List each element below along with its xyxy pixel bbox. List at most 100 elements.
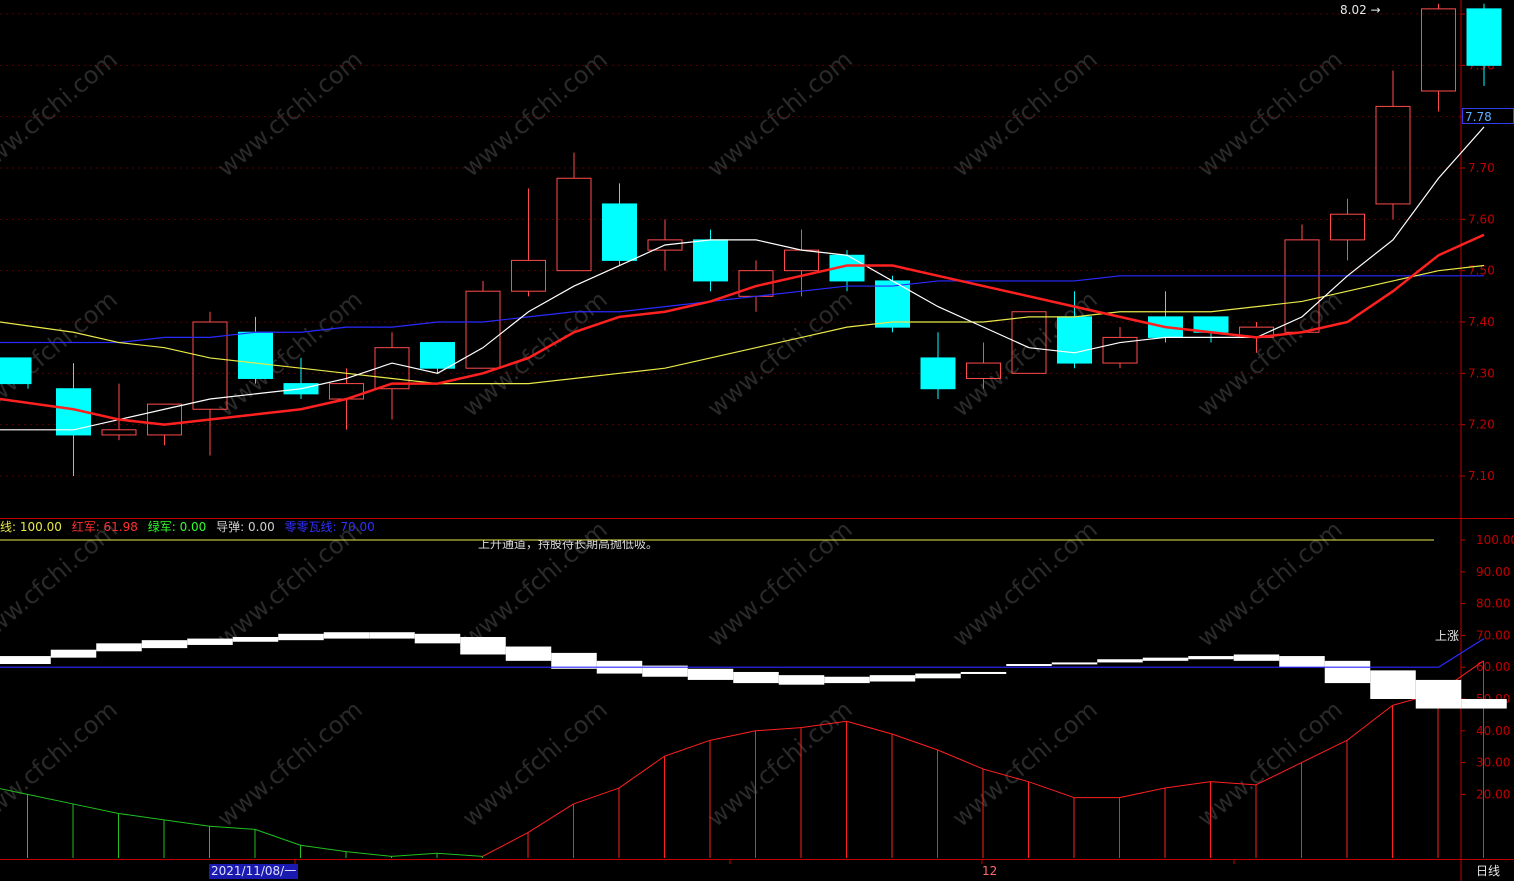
watermark-text: www.cfchi.com (702, 695, 858, 832)
white-band-segment (824, 676, 870, 684)
candle-body[interactable] (1375, 105, 1411, 205)
white-band-segment (1461, 699, 1507, 709)
candle-body[interactable] (693, 239, 728, 282)
up-label: 上涨 (1435, 629, 1460, 643)
white-band-segment (141, 640, 188, 649)
white-band-segment (1142, 657, 1189, 661)
white-band-segment (869, 675, 916, 682)
white-band-segment (551, 652, 597, 669)
indicator-bar-segment (937, 749, 984, 770)
candle-body[interactable] (329, 383, 364, 400)
watermark-text: www.cfchi.com (702, 515, 858, 652)
watermark-text: www.cfchi.com (947, 45, 1103, 182)
candle-body[interactable] (420, 342, 455, 369)
indicator-tick-label: 100.00 (1476, 533, 1514, 547)
watermark-text: www.cfchi.com (212, 45, 368, 182)
legend-line: 线: 100.00 (0, 520, 62, 534)
indicator-bar-segment (618, 755, 665, 789)
white-band-segment (50, 649, 97, 658)
indicator-tick-label: 30.00 (1476, 756, 1510, 770)
white-band-segment (915, 673, 961, 679)
indicator-bar-segment (573, 787, 620, 805)
indicator-bar-segment (436, 852, 483, 857)
white-band-segment (232, 636, 279, 642)
white-band-segment (1051, 662, 1098, 665)
white-band-segment (414, 633, 461, 644)
period-selector[interactable]: 日线 (1476, 864, 1500, 879)
indicator-bar-segment (163, 819, 210, 827)
indicator-bar-segment (1119, 787, 1166, 799)
white-band-segment (369, 632, 415, 639)
indicator-bar-segment (72, 803, 119, 814)
white-band-segment (1006, 664, 1052, 667)
watermark-text: www.cfchi.com (702, 285, 858, 422)
watermark-text: www.cfchi.com (457, 515, 613, 652)
white-band-segment (1370, 670, 1416, 699)
candle-body[interactable] (1466, 8, 1502, 66)
watermark-text: www.cfchi.com (0, 695, 123, 832)
price-tick-label: 7.40 (1468, 315, 1495, 329)
candle-body[interactable] (0, 357, 32, 385)
candle-body[interactable] (101, 429, 137, 436)
arrow-icon: → (1366, 3, 1381, 17)
candle-body[interactable] (556, 177, 592, 272)
indicator-bar-segment (1346, 704, 1393, 741)
white-band-segment (187, 638, 233, 645)
white-band-segment (1097, 659, 1143, 663)
legend-zero-line: 零零瓦线: 70.00 (284, 520, 375, 534)
indicator-tick-label: 40.00 (1476, 724, 1510, 738)
date-cursor-box: 2021/11/08/一 (209, 864, 299, 879)
indicator-bar-segment (300, 844, 347, 853)
white-band-segment (96, 643, 142, 652)
watermark-text: www.cfchi.com (0, 45, 123, 182)
white-band-segment (505, 646, 552, 661)
candle-body[interactable] (784, 249, 819, 272)
indicator-legend: 线: 100.00 红军: 61.98 绿军: 0.00 导弹: 0.00 零零… (0, 519, 381, 535)
indicator-tick-label: 80.00 (1476, 597, 1510, 611)
watermark-text: www.cfchi.com (212, 285, 368, 422)
white-band-segment (960, 671, 1007, 674)
watermark-text: www.cfchi.com (212, 695, 368, 832)
candle-body[interactable] (1330, 213, 1365, 241)
white-band-segment (1415, 679, 1462, 709)
current-price-box: 7.78 (1462, 108, 1514, 124)
price-tick-label: 7.20 (1468, 418, 1495, 432)
indicator-bar-segment (1028, 781, 1075, 799)
indicator-bar-segment (391, 852, 438, 857)
indicator-bar-segment (527, 803, 574, 833)
watermark-text: www.cfchi.com (1192, 695, 1348, 832)
kline-chart[interactable]: www.cfchi.com www.cfchi.com www.cfchi.com w… (0, 0, 1514, 881)
price-tick-label: 7.60 (1468, 212, 1495, 226)
candle-body[interactable] (1421, 8, 1456, 92)
white-band-segment (1324, 660, 1371, 684)
watermark-text: www.cfchi.com (212, 515, 368, 652)
candle-body[interactable] (465, 290, 501, 369)
indicator-bar-segment (709, 730, 756, 741)
legend-green-army: 绿军: 0.00 (147, 520, 207, 534)
price-tick-label: 7.70 (1468, 161, 1495, 175)
price-tick-label: 7.30 (1468, 366, 1495, 380)
indicator-bar-segment (345, 851, 392, 857)
candle-body[interactable] (238, 331, 273, 379)
indicator-bar-segment (254, 828, 301, 846)
watermark-text: www.cfchi.com (457, 45, 613, 182)
indicator-bar-segment (891, 733, 938, 751)
watermark-layer: www.cfchi.com www.cfchi.com www.cfchi.com w… (0, 45, 1348, 832)
indicator-bar-segment (118, 812, 165, 821)
legend-red-army: 红军: 61.98 (71, 520, 138, 534)
candle-body[interactable] (1057, 316, 1092, 364)
white-band-segment (278, 633, 324, 641)
indicator-tick-label: 90.00 (1476, 565, 1510, 579)
watermark-text: www.cfchi.com (702, 45, 858, 182)
watermark-text: www.cfchi.com (1192, 515, 1348, 652)
watermark-text: www.cfchi.com (0, 515, 123, 652)
indicator-bar-segment (755, 727, 802, 732)
candle-body[interactable] (602, 203, 637, 261)
candle-body[interactable] (511, 259, 546, 292)
watermark-text: www.cfchi.com (1192, 285, 1348, 422)
candle-body[interactable] (920, 357, 956, 390)
watermark-text: www.cfchi.com (1192, 45, 1348, 182)
white-band-segment (1188, 656, 1234, 660)
white-band-segment (733, 671, 779, 684)
indicator-grid: 100.0090.0080.0070.0060.0050.0040.0030.0… (1461, 533, 1514, 801)
